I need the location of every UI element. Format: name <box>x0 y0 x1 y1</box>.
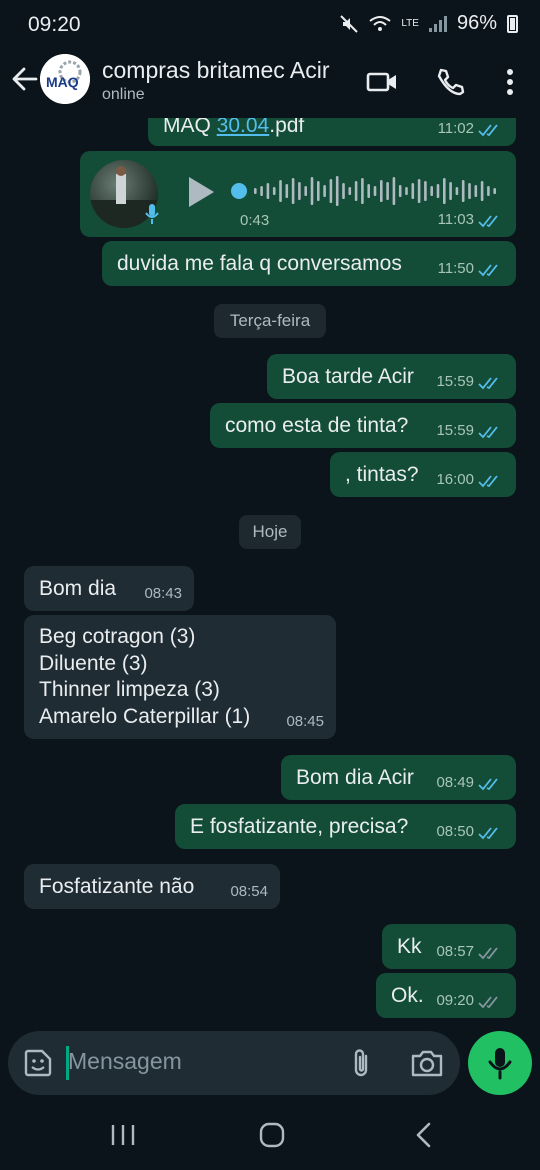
message-bubble[interactable]: Beg cotragon (3) Diluente (3) Thinner li… <box>24 615 336 739</box>
delivered-receipt-icon <box>478 947 498 960</box>
message-text: Ok. <box>391 984 424 1007</box>
message-input-bar: Mensagem <box>8 1031 460 1095</box>
chat-header: MAQ compras britamec Acir online <box>0 48 540 118</box>
message-text: como esta de tinta? <box>225 414 409 437</box>
back-nav-icon[interactable] <box>414 1122 434 1148</box>
read-receipt-icon <box>478 778 498 791</box>
message-time: 11:03 <box>437 211 474 228</box>
message-time: 15:59 <box>436 373 474 390</box>
message-time: 15:59 <box>436 422 474 439</box>
message-bubble[interactable]: , tintas? 16:00 <box>330 452 516 497</box>
message-text: Boa tarde Acir <box>282 365 414 388</box>
status-time: 09:20 <box>28 13 81 36</box>
message-time: 09:20 <box>436 992 474 1009</box>
phone-call-icon[interactable] <box>434 66 466 98</box>
message-text: Beg cotragon (3) Diluente (3) Thinner li… <box>39 625 251 728</box>
mic-button[interactable] <box>468 1031 532 1095</box>
message-bubble[interactable]: Bom dia 08:43 <box>24 566 194 611</box>
read-receipt-icon <box>478 124 498 137</box>
more-options-icon[interactable] <box>494 66 526 98</box>
camera-icon[interactable] <box>410 1048 444 1078</box>
network-type: LTE <box>401 17 419 29</box>
message-bubble[interactable]: Boa tarde Acir 15:59 <box>267 354 516 399</box>
read-receipt-icon <box>478 475 498 488</box>
voice-waveform[interactable] <box>230 171 500 211</box>
message-time: 08:54 <box>230 883 268 900</box>
message-time: 08:45 <box>286 713 324 730</box>
attach-icon[interactable] <box>348 1047 376 1079</box>
message-time: 16:00 <box>436 471 474 488</box>
message-voice[interactable]: 0:43 11:03 <box>80 151 516 237</box>
message-text: Bom dia <box>39 577 117 600</box>
recent-apps-icon[interactable] <box>110 1123 136 1147</box>
avatar-text: MAQ <box>46 74 79 90</box>
mic-icon <box>488 1048 512 1080</box>
message-document[interactable]: MAQ 30.04.pdf 11:02 <box>148 118 516 146</box>
message-bubble[interactable]: Bom dia Acir 08:49 <box>281 755 516 800</box>
battery-icon <box>507 14 518 33</box>
message-time: 11:02 <box>437 120 474 137</box>
avatar[interactable]: MAQ <box>40 54 90 104</box>
battery-percent: 96% <box>456 12 497 34</box>
message-time: 08:43 <box>144 585 182 602</box>
message-bubble[interactable]: E fosfatizante, precisa? 08:50 <box>175 804 516 849</box>
date-separator: Terça-feira <box>214 304 326 338</box>
message-text: E fosfatizante, precisa? <box>190 815 409 838</box>
mute-icon <box>340 14 359 33</box>
message-text: duvida me fala q conversamos <box>117 252 402 275</box>
video-call-icon[interactable] <box>366 66 398 98</box>
read-receipt-icon <box>478 426 498 439</box>
message-text: Kk <box>397 935 422 958</box>
message-text: Bom dia Acir <box>296 766 414 789</box>
voice-duration: 0:43 <box>240 212 270 229</box>
system-nav-bar <box>0 1100 540 1170</box>
contact-name[interactable]: compras britamec Acir <box>102 57 330 84</box>
contact-status: online <box>102 86 145 103</box>
sticker-icon[interactable] <box>22 1047 54 1079</box>
play-icon[interactable] <box>186 175 216 209</box>
message-bubble[interactable]: Ok. 09:20 <box>376 973 516 1018</box>
read-receipt-icon <box>478 377 498 390</box>
wifi-icon <box>369 15 391 31</box>
message-input[interactable]: Mensagem <box>68 1048 182 1075</box>
signal-icon <box>428 15 447 32</box>
message-time: 08:57 <box>436 943 474 960</box>
status-bar: 09:20 LTE 96% <box>0 0 540 48</box>
chat-area[interactable]: MAQ 30.04.pdf 11:02 0:43 11:03 duvida me… <box>0 118 540 1028</box>
voice-mic-icon <box>145 204 159 224</box>
home-icon[interactable] <box>259 1122 285 1148</box>
delivered-receipt-icon <box>478 996 498 1009</box>
read-receipt-icon <box>478 215 498 228</box>
read-receipt-icon <box>478 827 498 840</box>
status-icons: LTE 96% <box>339 12 518 35</box>
back-arrow-icon[interactable] <box>10 64 38 94</box>
message-time: 08:50 <box>436 823 474 840</box>
message-bubble[interactable]: Kk 08:57 <box>382 924 516 969</box>
read-receipt-icon <box>478 264 498 277</box>
message-bubble[interactable]: duvida me fala q conversamos 11:50 <box>102 241 516 286</box>
date-separator: Hoje <box>239 515 301 549</box>
logo-image: MAQ <box>40 54 90 104</box>
document-link[interactable]: 30.04 <box>217 118 270 137</box>
message-time: 08:49 <box>436 774 474 791</box>
message-bubble[interactable]: Fosfatizante não 08:54 <box>24 864 280 909</box>
message-bubble[interactable]: como esta de tinta? 15:59 <box>210 403 516 448</box>
message-text: Fosfatizante não <box>39 875 195 898</box>
message-text: MAQ 30.04.pdf <box>163 118 304 138</box>
message-text: , tintas? <box>345 463 419 486</box>
message-time: 11:50 <box>437 260 474 277</box>
